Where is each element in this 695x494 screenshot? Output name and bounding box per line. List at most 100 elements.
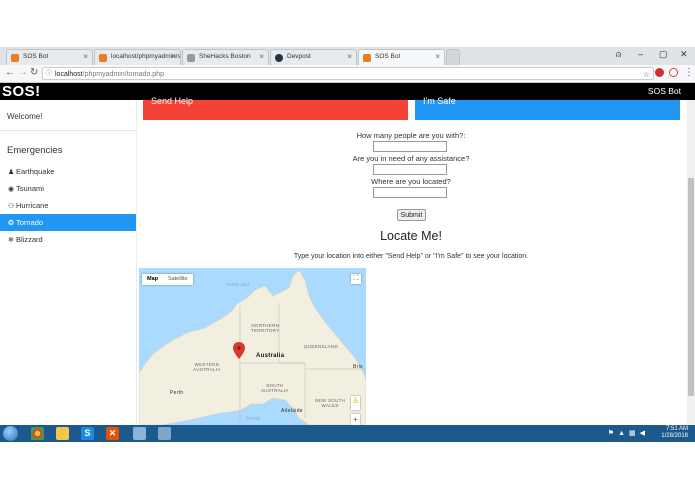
map-label-brisbane: Bris xyxy=(353,364,363,370)
sidebar-item-blizzard[interactable]: ❄ Blizzard xyxy=(0,231,136,248)
tab-title: SOS Bot xyxy=(375,53,401,60)
favicon-icon xyxy=(187,54,195,62)
site-logo[interactable]: SOS! xyxy=(2,83,41,100)
menu-icon[interactable]: ⋮ xyxy=(684,67,694,78)
app-icon[interactable] xyxy=(133,427,146,440)
tab-title: localhost/phpmyadmin/s xyxy=(111,53,181,60)
clock-time: 7:51 AM xyxy=(665,426,688,432)
browser-tab-2[interactable]: localhost/phpmyadmin/s × xyxy=(94,49,181,65)
sidebar-item-label: Earthquake xyxy=(16,167,55,176)
windows-taskbar: S ✕ ⚑▲▦◀ 7:51 AM 1/28/2018 xyxy=(0,425,695,442)
chrome-icon[interactable] xyxy=(31,427,44,440)
extension-icon[interactable] xyxy=(655,68,664,77)
assistance-input[interactable] xyxy=(373,164,447,175)
locate-me-heading: Locate Me! xyxy=(380,229,442,243)
url-host: localhost xyxy=(55,71,83,78)
map-type-map[interactable]: Map xyxy=(142,274,163,285)
pegman-icon[interactable]: ♙ xyxy=(351,396,360,410)
location-label: Where are you located? xyxy=(371,177,451,186)
eye-icon: ◉ xyxy=(8,186,15,193)
xampp-icon[interactable]: ✕ xyxy=(106,427,119,440)
close-icon[interactable]: × xyxy=(171,52,176,61)
fullscreen-icon[interactable]: ⛶ xyxy=(351,274,361,284)
browser-tab-1[interactable]: SOS Bot × xyxy=(6,49,93,65)
sidebar-item-label: Blizzard xyxy=(16,235,43,244)
clock[interactable]: 7:51 AM 1/28/2018 xyxy=(661,426,688,440)
map-label-new-south-wales: NEW SOUTH WALES xyxy=(315,398,346,408)
close-icon[interactable]: × xyxy=(347,52,352,61)
map-label-perth: Perth xyxy=(170,390,184,396)
skype-icon[interactable]: S xyxy=(81,427,94,440)
new-tab-button[interactable] xyxy=(446,49,460,65)
tornado-icon: ❂ xyxy=(8,220,14,227)
locate-instructions: Type your location into either "Send Hel… xyxy=(293,253,529,260)
minimize-icon[interactable]: – xyxy=(638,49,643,59)
folder-icon[interactable] xyxy=(56,427,69,440)
tab-title: Devpost xyxy=(287,53,311,60)
scrollbar-thumb[interactable] xyxy=(688,178,694,396)
profile-icon[interactable]: ⍝ xyxy=(616,49,621,60)
clock-date: 1/28/2018 xyxy=(661,433,688,439)
map-label-australia: Australia xyxy=(256,353,285,359)
sidebar-item-label: Tornado xyxy=(16,218,44,227)
favicon-icon xyxy=(99,54,107,62)
browser-tab-5[interactable]: SOS Bot × xyxy=(358,49,445,65)
map-type-control: Map Satellite xyxy=(142,274,193,285)
person-icon: ♟ xyxy=(8,169,15,176)
bookmark-star-icon[interactable]: ☆ xyxy=(643,68,650,81)
browser-tab-3[interactable]: SheHacks Boston × xyxy=(182,49,269,65)
browser-tab-strip: SOS Bot × localhost/phpmyadmin/s × SheHa… xyxy=(0,47,695,65)
users-icon: ⚇ xyxy=(8,203,15,210)
favicon-icon xyxy=(275,54,283,62)
address-bar[interactable]: ⓘ localhost/phpmyadmin/tornado.php ☆ xyxy=(42,67,654,80)
browser-tab-4[interactable]: Devpost × xyxy=(270,49,357,65)
back-icon[interactable]: ← xyxy=(5,67,15,78)
people-count-label: How many people are you with?: xyxy=(356,131,466,140)
favicon-icon xyxy=(11,54,19,62)
map-label-western-australia: WESTERN AUSTRALIA xyxy=(193,362,221,372)
sidebar-item-label: Tsunami xyxy=(16,184,44,193)
map[interactable]: Map Satellite ⛶ Timor Sea NORTHERN TERRI… xyxy=(139,268,366,425)
im-safe-label: I'm Safe xyxy=(423,96,456,106)
sidebar-item-tornado[interactable]: ❂ Tornado xyxy=(0,214,136,231)
im-safe-button[interactable]: I'm Safe xyxy=(415,96,680,120)
close-icon[interactable]: × xyxy=(83,52,88,61)
map-label-queensland: QUEENSLAND xyxy=(304,344,339,349)
snowflake-icon: ❄ xyxy=(8,237,14,244)
map-label-timor-sea: Timor Sea xyxy=(226,282,250,287)
map-label-adelaide: Adelaide xyxy=(281,408,303,414)
submit-button[interactable]: Submit xyxy=(397,209,426,221)
sidebar-item-earthquake[interactable]: ♟ Earthquake xyxy=(0,163,136,180)
opera-extension-icon[interactable] xyxy=(669,68,678,77)
forward-icon[interactable]: → xyxy=(18,67,28,78)
sidebar-divider xyxy=(0,130,136,131)
brand-name[interactable]: SOS Bot xyxy=(648,86,681,96)
favicon-icon xyxy=(363,54,371,62)
map-label-northern-territory: NORTHERN TERRITORY xyxy=(251,323,280,333)
sidebar-item-hurricane[interactable]: ⚇ Hurricane xyxy=(0,197,136,214)
assistance-label: Are you in need of any assistance? xyxy=(352,154,470,163)
send-help-label: Send Help xyxy=(151,96,194,106)
browser-toolbar: ← → ↻ ⓘ localhost/phpmyadmin/tornado.php … xyxy=(0,65,695,83)
sidebar-item-tsunami[interactable]: ◉ Tsunami xyxy=(0,180,136,197)
close-icon[interactable]: × xyxy=(435,52,440,61)
site-header: SOS! SOS Bot xyxy=(0,83,695,100)
sidebar-heading: Emergencies xyxy=(7,145,63,156)
tab-title: SheHacks Boston xyxy=(199,53,251,60)
map-type-satellite[interactable]: Satellite xyxy=(163,274,193,285)
send-help-button[interactable]: Send Help xyxy=(143,96,408,120)
maximize-icon[interactable]: ▢ xyxy=(659,49,668,60)
reload-icon[interactable]: ↻ xyxy=(30,67,38,78)
window-close-icon[interactable]: ✕ xyxy=(680,49,688,60)
zoom-in-button[interactable]: + xyxy=(351,414,360,425)
location-input[interactable] xyxy=(373,187,447,198)
url-path: /phpmyadmin/tornado.php xyxy=(82,71,164,78)
app2-icon[interactable] xyxy=(158,427,171,440)
close-icon[interactable]: × xyxy=(259,52,264,61)
system-tray[interactable]: ⚑▲▦◀ xyxy=(608,429,649,437)
map-label-south-australia: SOUTH AUSTRALIA xyxy=(261,383,289,393)
start-button[interactable] xyxy=(3,426,18,441)
people-count-input[interactable] xyxy=(373,141,447,152)
map-label-great: Great xyxy=(246,416,261,422)
sidebar: Welcome! Emergencies ♟ Earthquake ◉ Tsunam… xyxy=(0,100,137,425)
